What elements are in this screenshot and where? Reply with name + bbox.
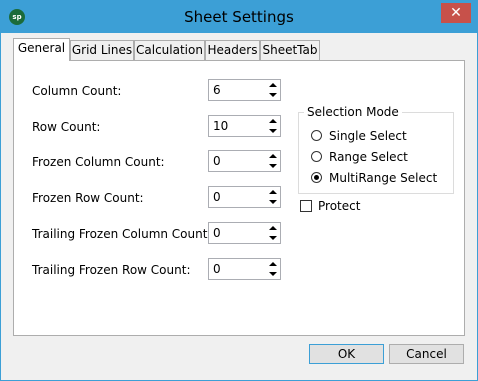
close-icon[interactable]: ✕	[441, 3, 471, 23]
arrow-down-icon[interactable]	[269, 200, 277, 204]
frozen-row-count-spinner[interactable]: 0	[208, 186, 281, 208]
radio-button[interactable]	[311, 151, 322, 162]
row-count-value[interactable]: 10	[213, 116, 228, 136]
radio-label[interactable]: Single Select	[329, 128, 407, 144]
trailing-frozen-row-count-label: Trailing Frozen Row Count:	[32, 263, 191, 277]
column-count-spinner[interactable]: 6	[208, 79, 281, 101]
arrow-up-icon[interactable]	[269, 226, 277, 230]
general-panel: Column Count: 6 Row Count: 10 Frozen Col…	[13, 60, 465, 336]
ok-button[interactable]: OK	[309, 344, 384, 364]
tab-sheettab[interactable]: SheetTab	[260, 40, 320, 60]
arrow-down-icon[interactable]	[269, 93, 277, 97]
row-count-spinner[interactable]: 10	[208, 115, 281, 137]
tab-headers[interactable]: Headers	[205, 40, 260, 60]
radio-label[interactable]: Range Select	[329, 149, 408, 165]
frozen-column-count-value[interactable]: 0	[213, 151, 221, 171]
trailing-frozen-row-count-spinner[interactable]: 0	[208, 258, 281, 280]
radio-selected-dot	[314, 175, 319, 180]
tab-general[interactable]: General	[13, 38, 70, 61]
trailing-frozen-column-count-value[interactable]: 0	[213, 223, 221, 243]
arrow-up-icon[interactable]	[269, 83, 277, 87]
frozen-row-count-value[interactable]: 0	[213, 187, 221, 207]
arrow-down-icon[interactable]	[269, 236, 277, 240]
dialog-body: General Grid Lines Calculation Headers S…	[1, 33, 477, 380]
arrow-up-icon[interactable]	[269, 119, 277, 123]
spinner-arrows[interactable]	[268, 189, 278, 205]
dialog-title: Sheet Settings	[184, 8, 294, 26]
arrow-up-icon[interactable]	[269, 154, 277, 158]
spinner-arrows[interactable]	[268, 118, 278, 134]
radio-label[interactable]: MultiRange Select	[329, 170, 437, 186]
radio-button[interactable]	[311, 172, 322, 183]
arrow-up-icon[interactable]	[269, 262, 277, 266]
arrow-down-icon[interactable]	[269, 272, 277, 276]
selection-mode-group: Selection Mode Single Select Range Selec…	[298, 105, 454, 194]
sheet-settings-dialog: sp Sheet Settings ✕ General Grid Lines C…	[0, 0, 478, 381]
title-bar[interactable]: sp Sheet Settings ✕	[1, 1, 477, 33]
frozen-column-count-label: Frozen Column Count:	[32, 155, 165, 169]
arrow-down-icon[interactable]	[269, 129, 277, 133]
tab-calculation[interactable]: Calculation	[134, 40, 205, 60]
spinner-arrows[interactable]	[268, 225, 278, 241]
spinner-arrows[interactable]	[268, 82, 278, 98]
trailing-frozen-row-count-value[interactable]: 0	[213, 259, 221, 279]
column-count-label: Column Count:	[32, 84, 122, 98]
arrow-down-icon[interactable]	[269, 164, 277, 168]
row-count-label: Row Count:	[32, 120, 101, 134]
radio-button[interactable]	[311, 130, 322, 141]
arrow-up-icon[interactable]	[269, 190, 277, 194]
protect-label[interactable]: Protect	[318, 198, 360, 214]
tab-grid-lines[interactable]: Grid Lines	[70, 40, 134, 60]
column-count-value[interactable]: 6	[213, 80, 221, 100]
cancel-button[interactable]: Cancel	[389, 344, 464, 364]
spinner-arrows[interactable]	[268, 261, 278, 277]
spinner-arrows[interactable]	[268, 153, 278, 169]
protect-checkbox[interactable]	[300, 200, 312, 212]
selection-mode-title: Selection Mode	[304, 105, 402, 119]
frozen-column-count-spinner[interactable]: 0	[208, 150, 281, 172]
trailing-frozen-column-count-label: Trailing Frozen Column Count:	[32, 227, 212, 241]
frozen-row-count-label: Frozen Row Count:	[32, 191, 144, 205]
trailing-frozen-column-count-spinner[interactable]: 0	[208, 222, 281, 244]
